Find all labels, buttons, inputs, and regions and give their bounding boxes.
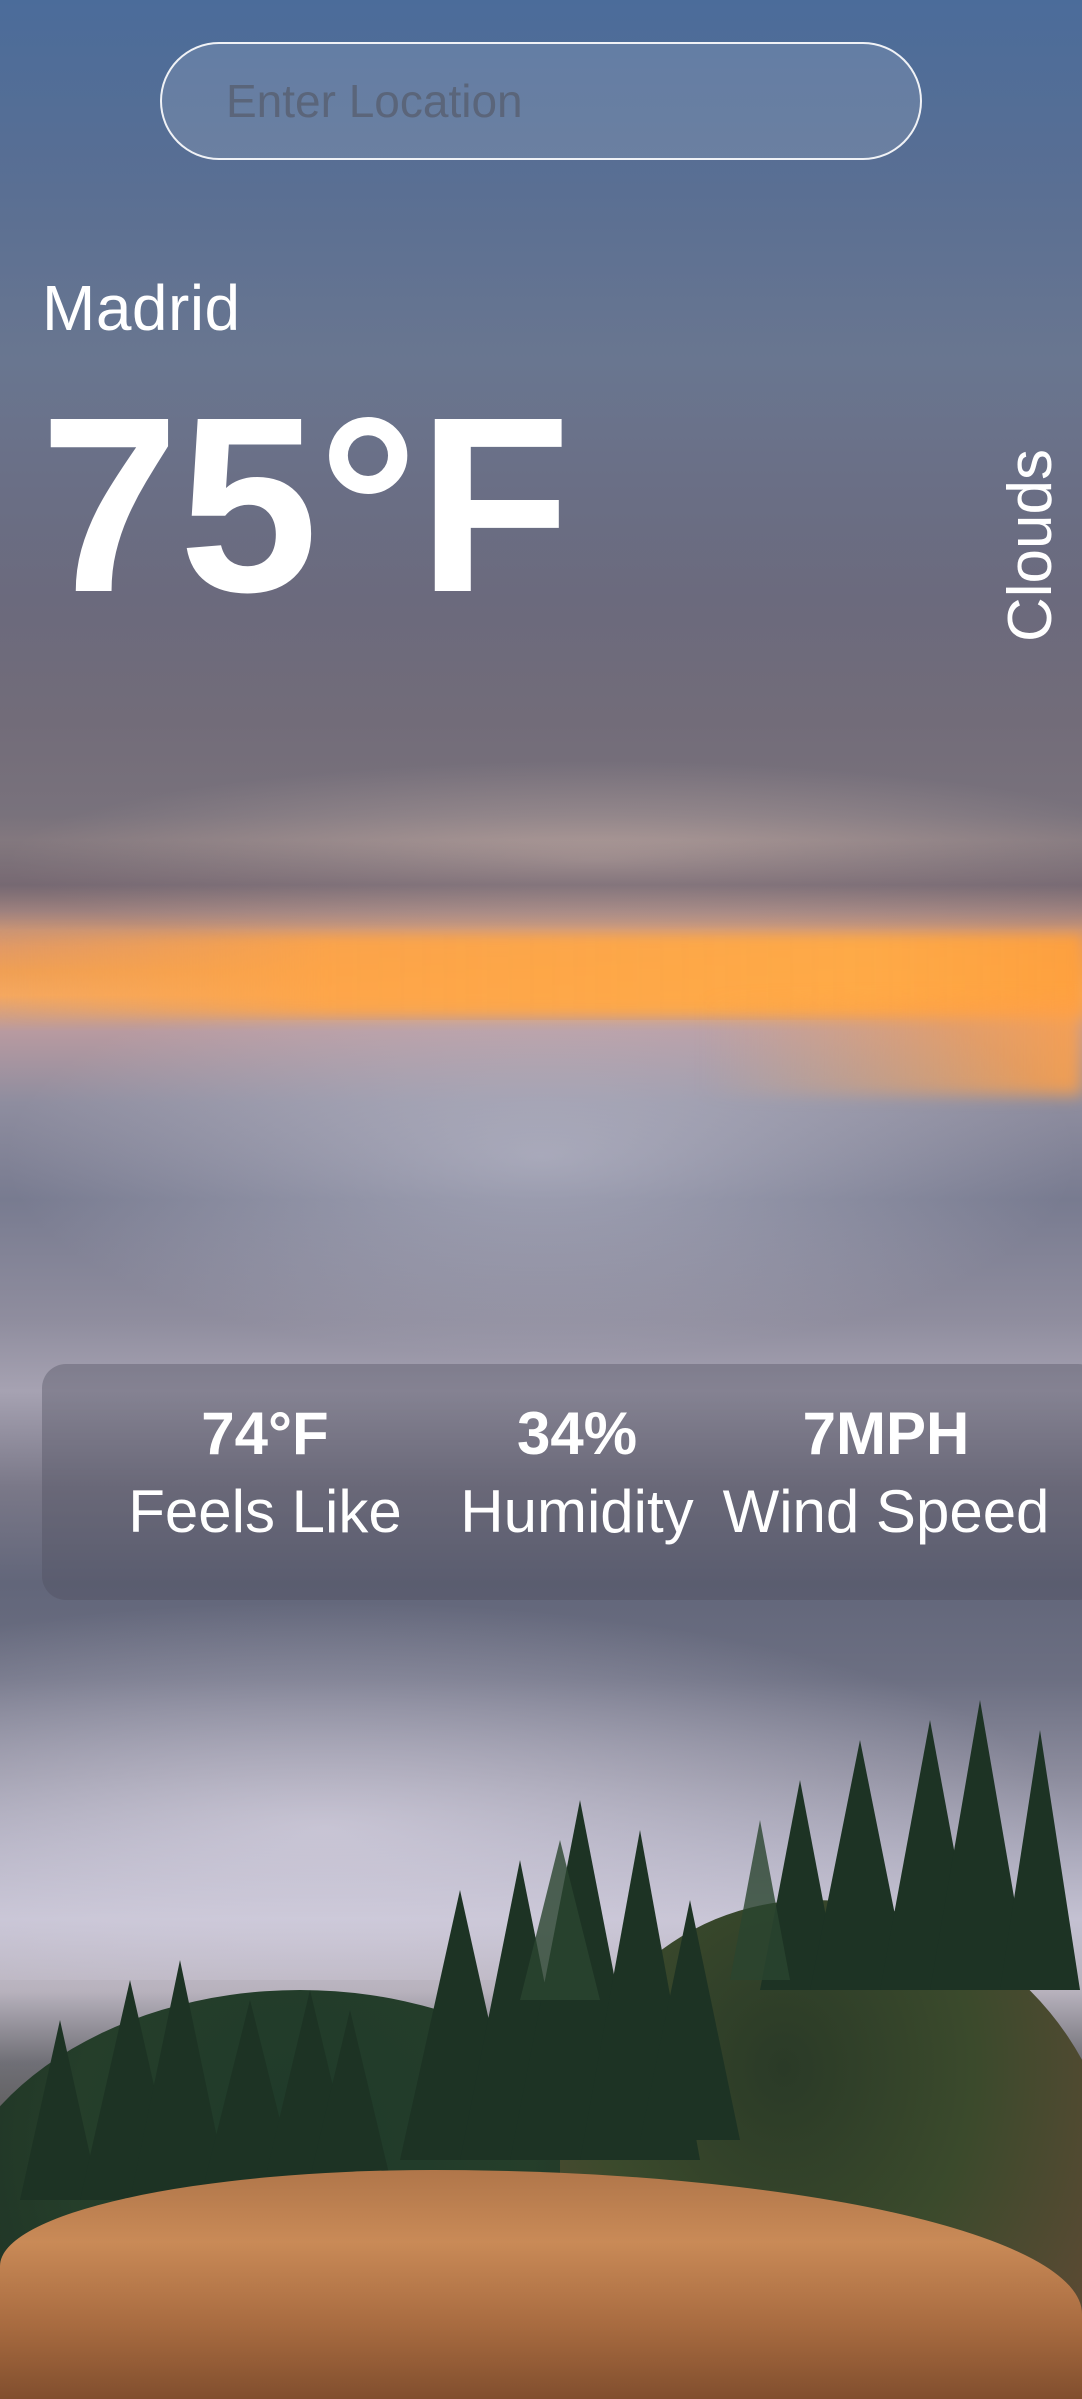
humidity-label: Humidity bbox=[460, 1478, 694, 1545]
search-bar bbox=[160, 42, 922, 160]
feels-like-stat: 74°F Feels Like bbox=[100, 1404, 430, 1542]
weather-details-panel: 74°F Feels Like 34% Humidity 7MPH Wind S… bbox=[42, 1364, 1082, 1600]
current-temperature: 75°F bbox=[40, 365, 571, 644]
wind-speed-stat: 7MPH Wind Speed bbox=[698, 1404, 1074, 1542]
wind-speed-value: 7MPH bbox=[802, 1400, 970, 1467]
weather-condition: Clouds bbox=[882, 436, 1082, 656]
feels-like-label: Feels Like bbox=[128, 1478, 402, 1545]
background-landscape-image bbox=[0, 0, 1082, 2399]
humidity-stat: 34% Humidity bbox=[422, 1404, 732, 1542]
city-name: Madrid bbox=[42, 272, 241, 344]
feels-like-value: 74°F bbox=[201, 1400, 329, 1467]
wind-speed-label: Wind Speed bbox=[722, 1478, 1050, 1545]
search-input[interactable] bbox=[224, 55, 868, 147]
humidity-value: 34% bbox=[516, 1400, 638, 1467]
weather-condition-label: Clouds bbox=[996, 449, 1065, 642]
